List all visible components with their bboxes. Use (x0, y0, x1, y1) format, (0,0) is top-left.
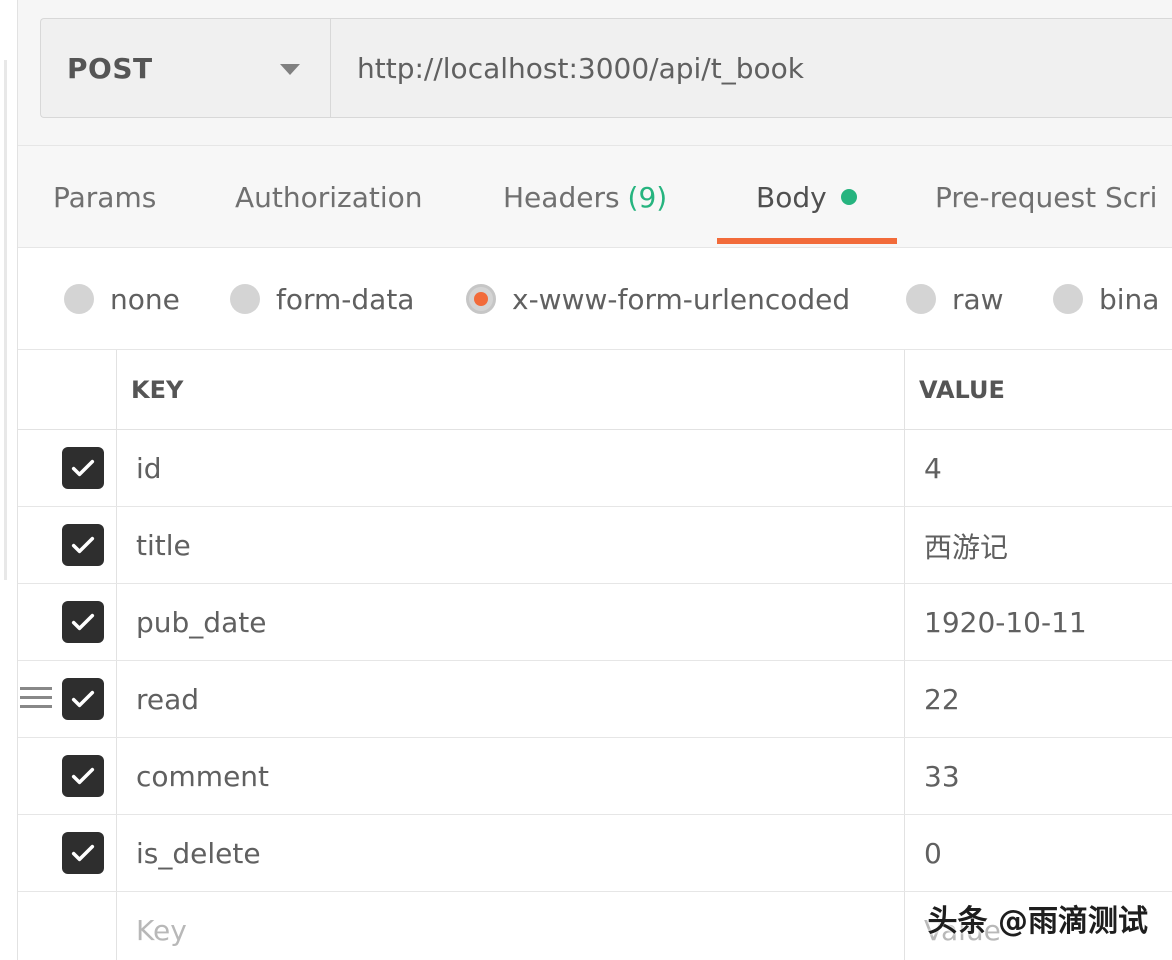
key-cell[interactable]: title (136, 507, 191, 584)
body-active-dot-icon (840, 189, 857, 205)
url-input[interactable]: http://localhost:3000/api/t_book (330, 18, 1172, 118)
value-cell[interactable]: 4 (924, 430, 942, 507)
check-icon (71, 536, 95, 554)
row-checkbox[interactable] (62, 447, 104, 489)
chevron-down-icon (280, 64, 300, 75)
request-tabs: Params Authorization Headers (9) Body Pr… (18, 146, 1172, 248)
body-type-selector: none form-data x-www-form-urlencoded raw… (18, 248, 1172, 350)
radio-label: raw (952, 282, 1004, 316)
tab-pre-request-script[interactable]: Pre-request Scri (935, 146, 1157, 248)
table-header: KEY VALUE (18, 350, 1172, 430)
value-column-header: VALUE (919, 376, 1005, 404)
check-icon (71, 459, 95, 477)
tab-label: Params (53, 180, 157, 214)
table-row: read 22 (18, 661, 1172, 738)
active-tab-indicator (717, 238, 897, 244)
method-dropdown[interactable]: POST (40, 18, 330, 118)
radio-raw[interactable]: raw (906, 248, 1004, 350)
new-key-input[interactable]: Key (136, 892, 187, 960)
key-cell[interactable]: id (136, 430, 162, 507)
tab-label: Pre-request Scri (935, 180, 1158, 214)
check-icon (71, 690, 95, 708)
url-text: http://localhost:3000/api/t_book (357, 51, 804, 85)
radio-label: x-www-form-urlencoded (512, 282, 851, 316)
row-checkbox[interactable] (62, 832, 104, 874)
table-row: is_delete 0 (18, 815, 1172, 892)
table-row: title 西游记 (18, 507, 1172, 584)
key-cell[interactable]: comment (136, 738, 269, 815)
watermark: 头条 @雨滴测试 (927, 904, 1148, 939)
request-bar: POST http://localhost:3000/api/t_book (18, 0, 1172, 146)
sidebar-edge (0, 0, 18, 960)
radio-none[interactable]: none (64, 248, 180, 350)
table-row: comment 33 (18, 738, 1172, 815)
value-cell[interactable]: 西游记 (924, 507, 1008, 584)
radio-circle-icon (1053, 284, 1083, 314)
sidebar-scrollbar[interactable] (4, 60, 7, 580)
radio-circle-icon (64, 284, 94, 314)
value-cell[interactable]: 33 (924, 738, 960, 815)
tab-body[interactable]: Body (756, 146, 857, 248)
method-label: POST (67, 51, 153, 85)
key-cell[interactable]: pub_date (136, 584, 266, 661)
row-checkbox[interactable] (62, 678, 104, 720)
key-column-header: KEY (131, 376, 184, 404)
value-cell[interactable]: 22 (924, 661, 960, 738)
radio-label: form-data (276, 282, 415, 316)
radio-circle-icon (906, 284, 936, 314)
check-icon (71, 844, 95, 862)
drag-handle-icon[interactable] (20, 687, 52, 711)
value-cell[interactable]: 1920-10-11 (924, 584, 1087, 661)
radio-label: bina (1099, 282, 1160, 316)
tab-label: Authorization (235, 180, 423, 214)
row-checkbox[interactable] (62, 755, 104, 797)
table-row: id 4 (18, 430, 1172, 507)
radio-x-www-form-urlencoded[interactable]: x-www-form-urlencoded (466, 248, 850, 350)
radio-circle-icon (230, 284, 260, 314)
radio-label: none (110, 282, 180, 316)
check-icon (71, 613, 95, 631)
tab-headers[interactable]: Headers (9) (503, 146, 667, 248)
tab-authorization[interactable]: Authorization (235, 146, 423, 248)
key-cell[interactable]: read (136, 661, 199, 738)
value-cell[interactable]: 0 (924, 815, 942, 892)
tab-label: Headers (503, 180, 620, 214)
table-row: pub_date 1920-10-11 (18, 584, 1172, 661)
key-cell[interactable]: is_delete (136, 815, 261, 892)
params-table: KEY VALUE id 4 title 西游记 pub_date 1920-1… (18, 350, 1172, 960)
radio-selected-icon (466, 284, 496, 314)
headers-count-badge: (9) (627, 180, 668, 214)
row-checkbox[interactable] (62, 524, 104, 566)
row-checkbox[interactable] (62, 601, 104, 643)
tab-params[interactable]: Params (53, 146, 156, 248)
tab-label: Body (756, 180, 827, 214)
check-icon (71, 767, 95, 785)
radio-form-data[interactable]: form-data (230, 248, 414, 350)
radio-binary[interactable]: bina (1053, 248, 1159, 350)
